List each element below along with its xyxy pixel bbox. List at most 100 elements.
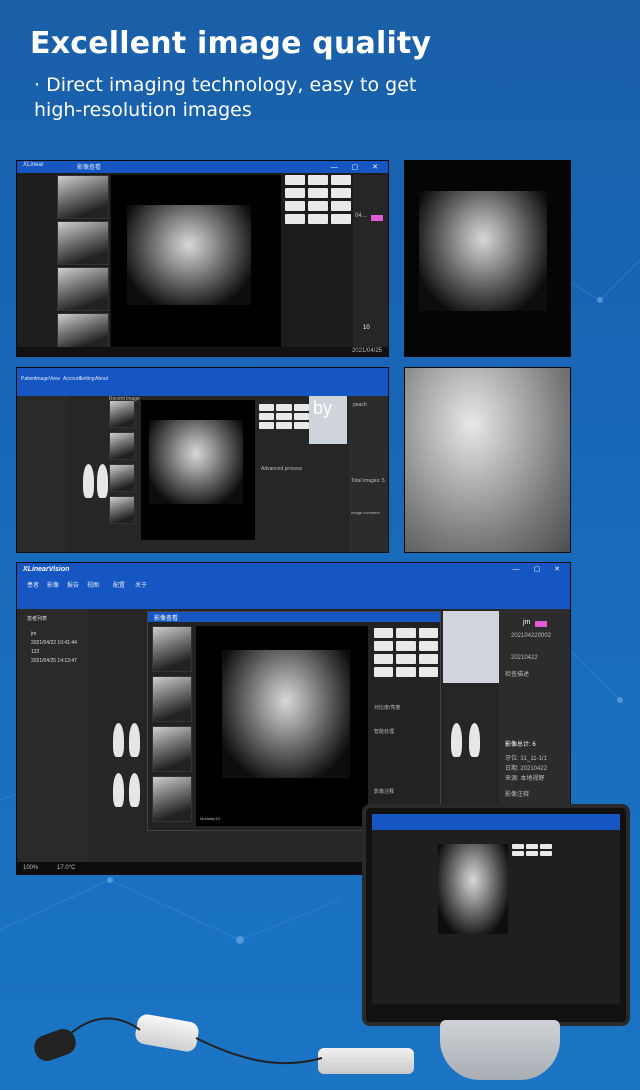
thumbnail-4[interactable] <box>57 313 109 349</box>
tool-panel[interactable] <box>285 175 351 224</box>
menu-setting[interactable]: Setting <box>79 376 95 382</box>
thumbnail-3[interactable] <box>109 464 135 492</box>
xray-image <box>222 650 350 778</box>
patient-id: 04... <box>355 213 367 219</box>
contrast-label: 对比度/亮度 <box>374 705 401 711</box>
comment-label: 影像注释 <box>374 789 395 795</box>
patient-name: jm <box>523 619 531 626</box>
thumbnail-4[interactable] <box>152 776 192 822</box>
image-comment: Image comment <box>351 510 380 515</box>
patient-date: 20210422 <box>511 655 538 661</box>
menu-config[interactable]: 配置 <box>113 580 125 589</box>
left-sidebar <box>17 173 57 349</box>
thumbnail-2[interactable] <box>152 676 192 722</box>
thumbnail-2[interactable] <box>57 221 109 265</box>
title-bar: XLinearVision — ▢ ✕ <box>17 563 570 577</box>
menu-report[interactable]: 报告 <box>67 580 79 589</box>
menu-patient[interactable]: 患者 <box>27 580 39 589</box>
taskbar-date: 2021/04/25 <box>351 348 382 354</box>
left-sidebar <box>17 396 67 552</box>
thumbnail-3[interactable] <box>57 267 109 311</box>
toolbar <box>17 589 570 609</box>
thumbnail-1[interactable] <box>57 175 109 219</box>
xray-preview-2 <box>404 367 571 553</box>
image-viewport[interactable] <box>111 175 281 349</box>
patient-id: 202104220002 <box>511 633 552 639</box>
title-bar <box>17 368 388 376</box>
pink-badge <box>371 215 383 221</box>
total-images: Total images: 5 <box>351 478 385 484</box>
image-viewport[interactable]: Modality:IO <box>196 626 368 826</box>
menu-about[interactable]: 关于 <box>135 580 147 589</box>
monitor <box>362 804 630 1026</box>
info-panel: 04... 10 <box>353 175 388 349</box>
tool-panel[interactable] <box>374 628 438 677</box>
tooth-icon <box>129 723 140 757</box>
menu-bar: Patient Image View Account Setting About <box>17 376 388 384</box>
tooth-icon <box>97 464 108 498</box>
tooth-icon <box>469 723 480 757</box>
image-viewport[interactable] <box>141 400 255 540</box>
page-title: Excellent image quality <box>30 26 432 61</box>
sensor-head <box>30 1025 80 1065</box>
tooth-icon <box>113 723 124 757</box>
check-label: 检查描述 <box>505 672 530 678</box>
smart-process-label: 智能处理 <box>374 729 395 735</box>
patient-item-date[interactable]: 2021/04/22 10:41:44 <box>31 640 77 646</box>
patient-item-123[interactable]: 123 <box>31 649 39 655</box>
patient-name: peach <box>353 402 367 408</box>
patient-item-jm[interactable]: jm <box>31 631 36 637</box>
toolbar <box>17 384 388 396</box>
menu-image[interactable]: Image <box>35 376 49 382</box>
monitor-screen <box>372 814 620 1004</box>
software-window-1: XLinear 影像查看 — ▢ ✕ 04... 10 2021/04/25 <box>16 160 389 357</box>
page-subtitle: · Direct imaging technology, easy to get… <box>34 74 417 121</box>
tooth-icon <box>83 464 94 498</box>
thumbnail-2[interactable] <box>109 432 135 460</box>
zoom-label: 100% <box>23 865 39 871</box>
advanced-process-label: Advanced process <box>261 466 303 472</box>
image-date: 日期: 20210422 <box>505 766 548 772</box>
sensor-device <box>133 1012 201 1054</box>
menu-view[interactable]: View <box>49 376 60 382</box>
menu-image[interactable]: 影像 <box>47 580 59 589</box>
thumbnail-1[interactable] <box>109 400 135 428</box>
thumbnail-4[interactable] <box>109 496 135 524</box>
dialog-title: 影像查看 <box>154 616 179 622</box>
menu-view[interactable]: 视图 <box>87 580 99 589</box>
tooth-icon <box>129 773 140 807</box>
tooth-icon <box>451 723 462 757</box>
temperature-label: 17.0°C <box>57 865 76 871</box>
taskbar: 2021/04/25 <box>17 347 388 356</box>
xray-image <box>127 205 251 305</box>
title-bar: XLinear 影像查看 — ▢ ✕ <box>17 161 388 173</box>
thumbnail-1[interactable] <box>152 626 192 672</box>
xray-preview-1 <box>404 160 571 357</box>
patient-list: 患者列表 jm 2021/04/22 10:41:44 123 2021/04/… <box>17 609 89 867</box>
tooth-icon <box>113 773 124 807</box>
software-window-2: Patient Image View Account Setting About… <box>16 367 389 553</box>
tool-panel[interactable] <box>259 404 309 429</box>
window-logo: XLinear <box>23 162 44 168</box>
window-controls[interactable]: — ▢ ✕ <box>331 163 384 171</box>
xray-image <box>419 191 547 311</box>
image-count: 影像总计: 6 <box>505 742 536 748</box>
brand-tile: by <box>309 396 347 444</box>
thumbnail-3[interactable] <box>152 726 192 772</box>
computer-box <box>318 1048 414 1074</box>
menu-about[interactable]: About <box>95 376 108 382</box>
monitor-stand <box>440 1020 560 1080</box>
image-viewer-dialog: 影像查看 Modality:IO 对比度/亮度 智能处理 影像注释 <box>147 611 441 831</box>
window-logo: XLinearVision <box>23 566 70 573</box>
window-controls[interactable]: — ▢ ✕ <box>513 565 566 573</box>
source-label: 来源: 本地视野 <box>505 776 545 782</box>
menu-bar: 患者 影像 报告 视图 配置 关于 <box>17 577 570 589</box>
xray-image <box>149 420 243 504</box>
xray-image <box>438 844 508 934</box>
panel-title: Recent image <box>109 396 140 402</box>
count-label: 10 <box>363 325 370 331</box>
patient-list-title: 患者列表 <box>27 616 48 622</box>
panel-title: 影像查看 <box>77 165 102 171</box>
tool-panel <box>512 844 552 856</box>
patient-item-date-2[interactable]: 2021/04/25 14:13:47 <box>31 658 77 664</box>
